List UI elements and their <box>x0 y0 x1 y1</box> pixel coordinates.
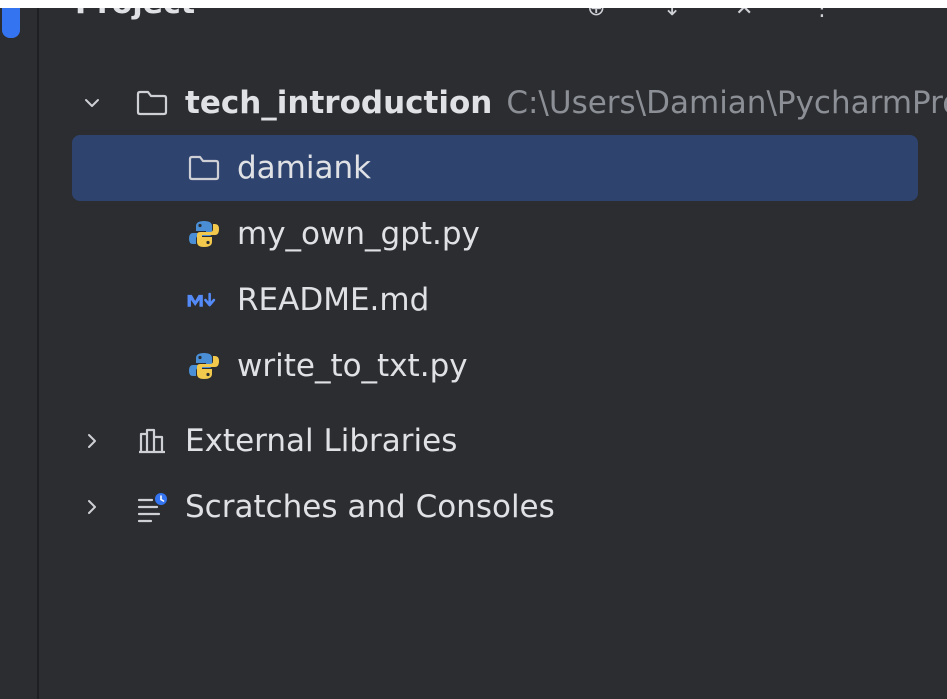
project-stripe-button[interactable] <box>2 8 20 38</box>
tree-item-label: README.md <box>237 282 430 318</box>
project-panel: Project ⊕ ↕ ✕ ⋮ tech_introduction C:\User… <box>39 8 947 699</box>
tree-item-label: External Libraries <box>185 423 458 459</box>
tool-window-stripe <box>0 8 37 699</box>
tree-item-scratches-and-consoles[interactable]: Scratches and Consoles <box>39 474 947 540</box>
python-file-icon <box>189 353 219 379</box>
tree-item-readme[interactable]: README.md <box>39 267 947 333</box>
collapse-icon[interactable]: ↕ <box>663 8 681 20</box>
tree-item-my-own-gpt[interactable]: my_own_gpt.py <box>39 201 947 267</box>
panel-header: Project ⊕ ↕ ✕ ⋮ <box>39 8 947 22</box>
project-tool-window-screenshot: Project ⊕ ↕ ✕ ⋮ tech_introduction C:\User… <box>0 0 947 699</box>
more-options-icon[interactable]: ⋮ <box>811 8 833 20</box>
tree-item-tech-introduction[interactable]: tech_introduction C:\Users\Damian\Pycharm… <box>39 70 947 136</box>
panel-title: Project <box>75 8 195 21</box>
tree-item-write-to-txt[interactable]: write_to_txt.py <box>39 333 947 399</box>
markdown-file-icon <box>187 292 216 307</box>
target-icon[interactable]: ⊕ <box>587 8 605 20</box>
folder-icon <box>136 90 168 116</box>
chevron-down-icon[interactable] <box>81 92 103 114</box>
tree-item-label: damiank <box>237 150 372 186</box>
scratches-icon <box>137 493 167 523</box>
tree-item-external-libraries[interactable]: External Libraries <box>39 408 947 474</box>
tree-item-label: my_own_gpt.py <box>237 216 480 252</box>
libraries-icon <box>139 428 165 454</box>
tree-item-label: Scratches and Consoles <box>185 489 555 525</box>
project-path: C:\Users\Damian\PycharmProjects\tech_int… <box>506 85 947 121</box>
python-file-icon <box>189 221 219 247</box>
close-icon[interactable]: ✕ <box>735 8 753 20</box>
chevron-right-icon[interactable] <box>81 430 103 452</box>
tree-item-damiank[interactable]: damiank <box>39 135 947 201</box>
project-name: tech_introduction <box>185 85 493 121</box>
folder-icon <box>188 155 220 181</box>
chevron-right-icon[interactable] <box>81 496 103 518</box>
tree-item-label: write_to_txt.py <box>237 348 468 384</box>
